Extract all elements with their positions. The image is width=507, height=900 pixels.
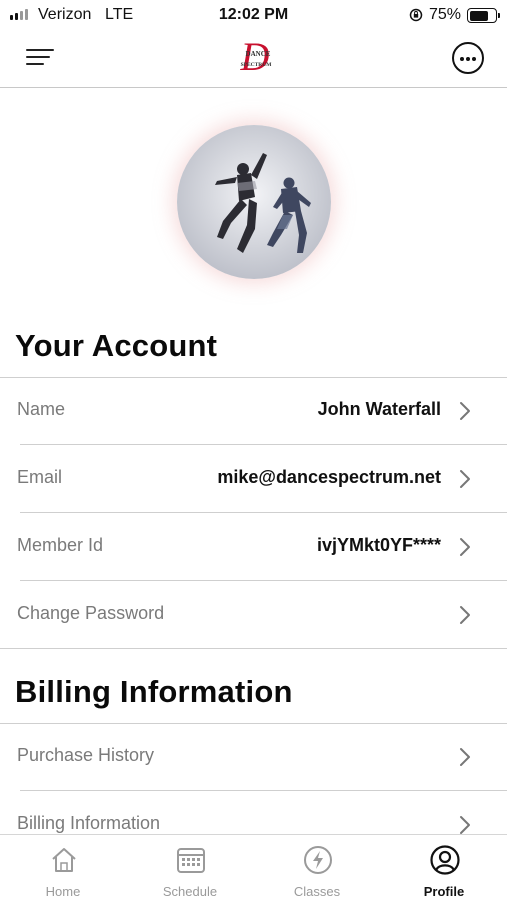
calendar-icon: [177, 848, 205, 873]
tab-label: Home: [45, 884, 81, 899]
chevron-right-icon: [460, 470, 470, 488]
row-value: ivjYMkt0YF****: [316, 535, 441, 555]
account-row-change-password[interactable]: Change Password: [0, 581, 507, 649]
row-label: Purchase History: [17, 745, 155, 765]
chevron-right-icon: [460, 748, 470, 766]
billing-row-purchase-history[interactable]: Purchase History: [0, 723, 507, 791]
hamburger-menu-icon[interactable]: [26, 46, 54, 68]
profile-photo[interactable]: [177, 125, 331, 279]
row-label: Email: [17, 467, 63, 487]
row-label: Billing Information: [17, 813, 161, 833]
account-row-member-id[interactable]: Member Id ivjYMkt0YF****: [0, 513, 507, 581]
chevron-right-icon: [460, 402, 470, 420]
bottom-tab-bar: Home Schedule Classes Profile: [0, 834, 507, 900]
svg-text:SPECTRUM: SPECTRUM: [241, 62, 273, 68]
account-row-name[interactable]: Name John Waterfall: [0, 377, 507, 445]
home-icon: [52, 848, 76, 872]
tab-label: Classes: [293, 884, 341, 899]
chevron-right-icon: [460, 606, 470, 624]
status-bar: Verizon LTE 12:02 PM 75%: [0, 0, 507, 30]
tab-home[interactable]: Home: [0, 835, 126, 900]
orientation-lock-icon: [409, 8, 423, 22]
tab-schedule[interactable]: Schedule: [127, 835, 253, 900]
tab-classes[interactable]: Classes: [254, 835, 380, 900]
tab-label: Profile: [423, 884, 465, 899]
row-label: Change Password: [17, 603, 165, 623]
row-value: John Waterfall: [317, 399, 441, 419]
user-circle-icon: [430, 845, 460, 875]
lightning-icon: [304, 846, 332, 874]
dancers-photo: [177, 125, 331, 279]
tab-profile[interactable]: Profile: [381, 835, 507, 900]
top-navigation-bar: D DANCE SPECTRUM: [0, 30, 507, 88]
divider: [0, 648, 507, 649]
row-value: mike@dancespectrum.net: [217, 467, 441, 487]
chevron-right-icon: [460, 538, 470, 556]
battery-percent: 75%: [429, 6, 462, 23]
svg-text:DANCE: DANCE: [246, 50, 271, 58]
dance-spectrum-logo: D DANCE SPECTRUM: [240, 36, 273, 79]
account-row-email[interactable]: Email mike@dancespectrum.net: [0, 445, 507, 513]
billing-section-title: Billing Information: [15, 674, 293, 709]
tab-label: Schedule: [162, 884, 218, 899]
chevron-right-icon: [460, 816, 470, 834]
more-options-icon[interactable]: [452, 42, 484, 74]
row-label: Name: [17, 399, 66, 419]
battery-icon: [467, 8, 500, 23]
account-section-title: Your Account: [15, 328, 218, 363]
row-label: Member Id: [17, 535, 104, 555]
